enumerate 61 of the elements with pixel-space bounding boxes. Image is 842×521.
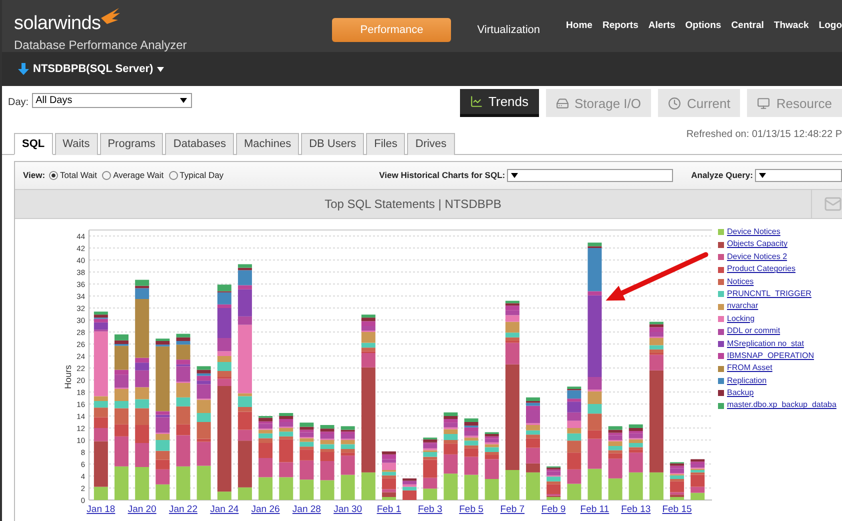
date-link[interactable]: Feb 5: [459, 504, 484, 515]
nav-link[interactable]: Reports: [602, 20, 638, 31]
tab[interactable]: SQL: [14, 132, 53, 155]
legend-link[interactable]: Objects Capacity: [727, 239, 788, 250]
legend-link[interactable]: nvarchar: [727, 301, 758, 312]
y-axis-label: Hours: [63, 364, 73, 389]
tab[interactable]: Machines: [236, 132, 300, 155]
view-tab[interactable]: Trends: [460, 89, 539, 118]
legend-link[interactable]: PRUNCNTL_TRIGGER: [727, 288, 812, 300]
analyze-label: Analyze Query:: [691, 170, 753, 180]
legend-link[interactable]: MSreplication no_stat: [727, 338, 804, 350]
nav-link[interactable]: Alerts: [648, 20, 676, 31]
panel-title: Top SQL Statements | NTSDBPB: [324, 196, 502, 211]
refreshed-text: Refreshed on: 01/13/15 12:48:22 P: [686, 129, 842, 140]
nav-link[interactable]: Home: [566, 20, 592, 31]
view-label: View:: [23, 170, 46, 180]
nav-link[interactable]: Thwack: [774, 20, 809, 31]
date-link[interactable]: Feb 7: [500, 504, 525, 515]
nav-link[interactable]: Central: [731, 20, 764, 31]
date-link[interactable]: Feb 13: [621, 504, 651, 515]
date-link[interactable]: Jan 20: [128, 504, 156, 515]
date-link[interactable]: Jan 26: [251, 504, 280, 515]
tab[interactable]: DB Users: [301, 132, 364, 155]
nav-link[interactable]: Logo: [818, 20, 842, 31]
legend-link[interactable]: Replication: [727, 376, 767, 386]
tab[interactable]: Databases: [165, 132, 234, 155]
date-link[interactable]: Jan 24: [210, 504, 239, 515]
date-link[interactable]: Jan 28: [292, 504, 321, 515]
day-select[interactable]: All Days: [32, 93, 192, 108]
radio-option[interactable]: Total Wait: [49, 170, 98, 180]
legend-link[interactable]: IBMSNAP_OPERATION: [727, 350, 814, 362]
legend-link[interactable]: master.dbo.xp_backup_databa: [727, 400, 836, 412]
date-link[interactable]: Jan 22: [168, 504, 198, 515]
tab[interactable]: Programs: [100, 132, 164, 155]
date-link[interactable]: Feb 15: [662, 504, 692, 515]
legend-link[interactable]: Device Notices 2: [727, 252, 788, 263]
history-label: View Historical Charts for SQL:: [379, 170, 506, 180]
date-link[interactable]: Jan 18: [86, 504, 116, 515]
day-label: Day:: [8, 97, 29, 108]
tab[interactable]: Drives: [407, 132, 455, 155]
date-link[interactable]: Feb 1: [376, 504, 402, 515]
product-name: Database Performance Analyzer: [14, 38, 188, 52]
legend-link[interactable]: Locking: [727, 314, 755, 325]
mode-tab[interactable]: Virtualization: [451, 18, 566, 42]
logo-text: solarwinds: [14, 14, 101, 34]
radio-option[interactable]: Typical Day: [168, 170, 224, 180]
legend-link[interactable]: Product Categories: [727, 264, 796, 275]
tab[interactable]: Files: [366, 132, 406, 155]
date-link[interactable]: Jan 30: [334, 504, 362, 515]
legend-link[interactable]: Notices: [727, 276, 754, 288]
legend-link[interactable]: DDL or commit: [727, 326, 780, 337]
tab[interactable]: Waits: [54, 132, 98, 155]
legend-link[interactable]: FROM Asset: [727, 363, 772, 374]
date-link[interactable]: Feb 9: [541, 504, 566, 515]
legend-link[interactable]: Backup: [727, 388, 754, 399]
radio-option[interactable]: Average Wait: [102, 170, 164, 180]
nav-link[interactable]: Options: [685, 20, 722, 31]
legend-link[interactable]: Device Notices: [727, 226, 780, 238]
date-link[interactable]: Feb 11: [580, 504, 610, 515]
date-link[interactable]: Feb 3: [418, 504, 442, 515]
server-name[interactable]: NTSDBPB(SQL Server): [33, 63, 154, 75]
